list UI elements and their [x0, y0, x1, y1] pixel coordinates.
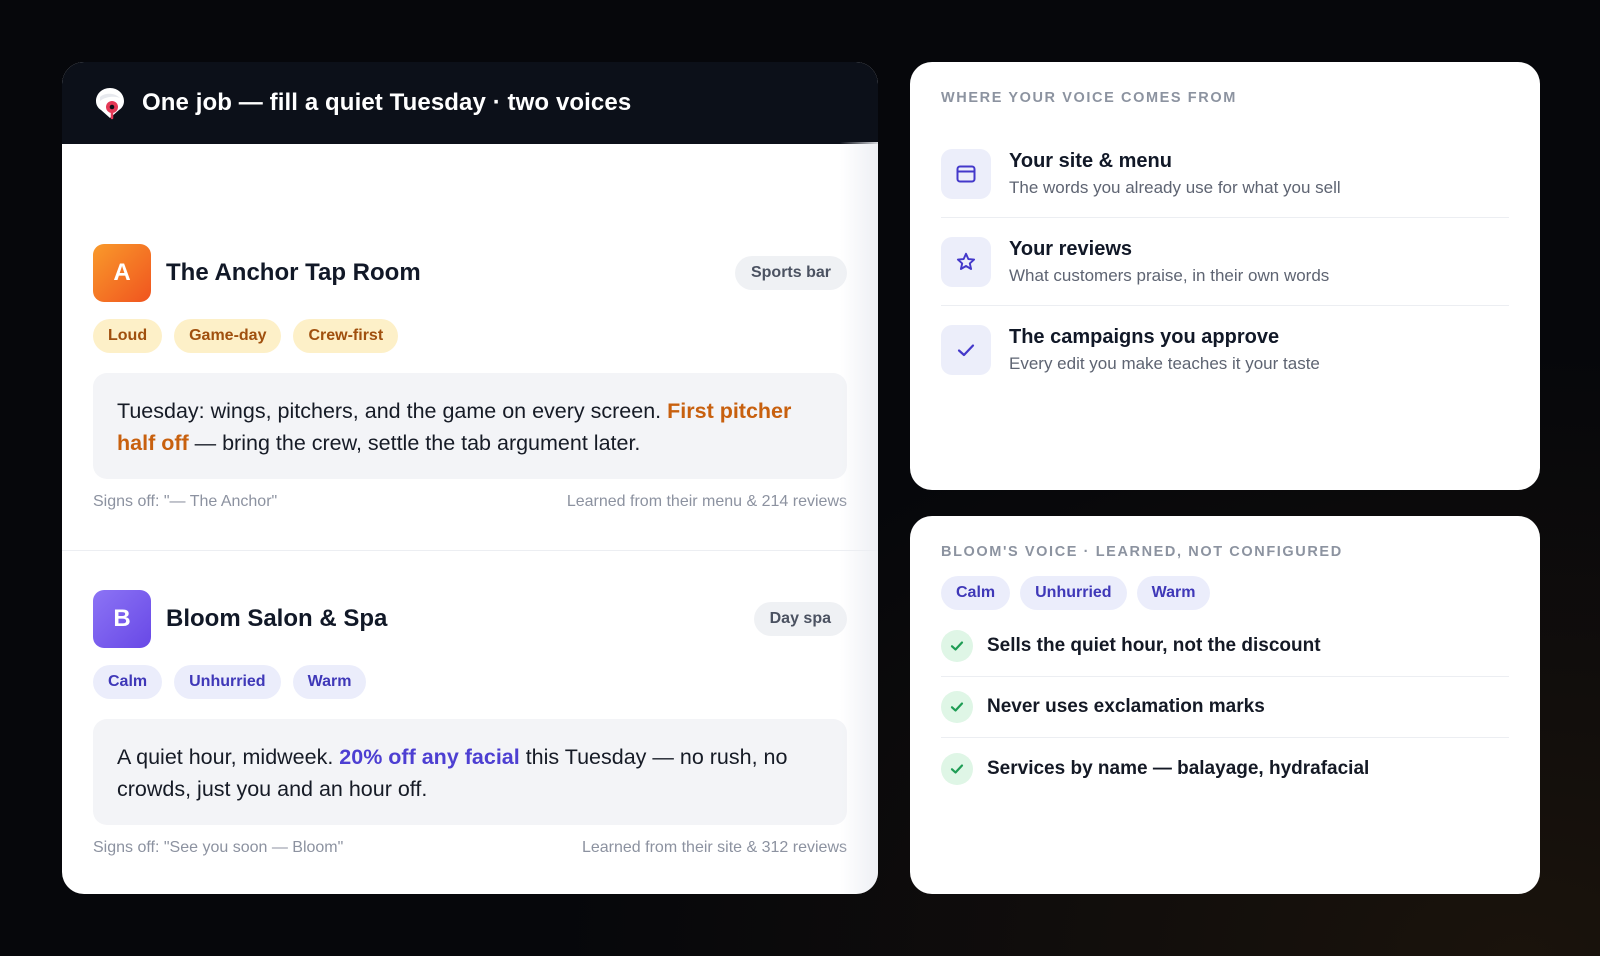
message-footer: Signs off: "See you soon — Bloom" Learne…: [93, 839, 847, 857]
canvas: One job — fill a quiet Tuesday · two voi…: [0, 0, 1600, 956]
source-text: Your site & menu The words you already u…: [1009, 150, 1341, 198]
source-subtitle: The words you already use for what you s…: [1009, 177, 1341, 197]
business-name: Bloom Salon & Spa: [166, 605, 388, 632]
star-icon: [941, 236, 991, 287]
voice-tag: Calm: [93, 665, 163, 699]
source-subtitle: What customers praise, in their own word…: [1009, 265, 1330, 285]
voice-tag: Unhurried: [174, 665, 281, 699]
voice-tag: Game-day: [174, 319, 282, 353]
voice-tags: Loud Game-day Crew-first: [93, 319, 847, 353]
rule-item: Never uses exclamation marks: [941, 677, 1509, 738]
source-title: The campaigns you approve: [1009, 326, 1280, 348]
business-bloom: B Bloom Salon & Spa Day spa Calm Unhurri…: [93, 590, 847, 857]
campaign-message: A quiet hour, midweek. 20% off any facia…: [93, 719, 847, 825]
source-title: Your site & menu: [1009, 149, 1172, 172]
browser-window-icon: [941, 148, 991, 199]
message-text: — bring the crew, settle the tab argumen…: [188, 431, 641, 455]
business-type-badge: Sports bar: [734, 256, 847, 290]
voice-tag: Loud: [93, 319, 163, 353]
business-header: A The Anchor Tap Room Sports bar: [93, 244, 847, 302]
bloom-voice-card: BLOOM'S VOICE · LEARNED, NOT CONFIGURED …: [910, 516, 1540, 894]
voice-tag: Warm: [1136, 576, 1211, 610]
message-text: Tuesday: wings, pitchers, and the game o…: [117, 399, 668, 423]
voice-tags: Calm Unhurried Warm: [941, 576, 1211, 610]
business-type-badge: Day spa: [753, 602, 847, 636]
message-offer: 20% off any facial: [339, 745, 520, 769]
source-item-site-menu: Your site & menu The words you already u…: [941, 130, 1509, 218]
rule-text: Services by name — balayage, hydrafacial: [987, 757, 1370, 779]
learned-from-text: Learned from their site & 312 reviews: [581, 839, 847, 856]
check-icon: [941, 691, 973, 723]
card-header: One job — fill a quiet Tuesday · two voi…: [62, 62, 878, 144]
source-title: Your reviews: [1009, 237, 1133, 260]
voice-tag: Unhurried: [1020, 576, 1127, 610]
voice-tags: Calm Unhurried Warm: [93, 665, 847, 699]
voices-comparison-card: One job — fill a quiet Tuesday · two voi…: [62, 62, 878, 894]
message-text: A quiet hour, midweek.: [117, 745, 340, 769]
section-label: BLOOM'S VOICE · LEARNED, NOT CONFIGURED: [941, 544, 1343, 560]
rule-text: Sells the quiet hour, not the discount: [987, 635, 1321, 656]
avatar: B: [93, 590, 151, 648]
message-footer: Signs off: "— The Anchor" Learned from t…: [93, 493, 847, 511]
avatar: A: [93, 244, 151, 302]
rule-item: Services by name — balayage, hydrafacial: [941, 738, 1509, 799]
source-text: Your reviews What customers praise, in t…: [1009, 238, 1329, 286]
rule-text: Never uses exclamation marks: [987, 696, 1265, 717]
business-anchor: A The Anchor Tap Room Sports bar Loud Ga…: [93, 244, 847, 511]
divider: [62, 550, 878, 551]
source-text: The campaigns you approve Every edit you…: [1009, 326, 1320, 374]
rule-item: Sells the quiet hour, not the discount: [941, 616, 1509, 677]
map-pin-icon: [92, 85, 128, 121]
source-item-reviews: Your reviews What customers praise, in t…: [941, 218, 1509, 306]
voice-tag: Calm: [941, 576, 1011, 610]
learned-from-text: Learned from their menu & 214 reviews: [566, 493, 847, 510]
voice-sources-card: WHERE YOUR VOICE COMES FROM Your site & …: [910, 62, 1540, 490]
campaign-message: Tuesday: wings, pitchers, and the game o…: [93, 373, 847, 479]
section-label: WHERE YOUR VOICE COMES FROM: [941, 90, 1237, 106]
signoff-text: Signs off: "— The Anchor": [93, 493, 278, 510]
check-icon: [941, 752, 973, 785]
page-title: One job — fill a quiet Tuesday · two voi…: [142, 89, 632, 116]
checkmark-icon: [941, 325, 991, 375]
source-item-campaigns: The campaigns you approve Every edit you…: [941, 306, 1509, 394]
check-icon: [941, 630, 973, 662]
signoff-text: Signs off: "See you soon — Bloom": [93, 839, 344, 856]
voice-tag: Crew-first: [293, 319, 399, 353]
voice-source-list: Your site & menu The words you already u…: [941, 130, 1509, 394]
voice-tag: Warm: [292, 665, 367, 699]
voice-rule-list: Sells the quiet hour, not the discount N…: [941, 616, 1509, 799]
source-subtitle: Every edit you make teaches it your tast…: [1009, 354, 1320, 373]
business-name: The Anchor Tap Room: [166, 259, 421, 286]
business-header: B Bloom Salon & Spa Day spa: [93, 590, 847, 648]
